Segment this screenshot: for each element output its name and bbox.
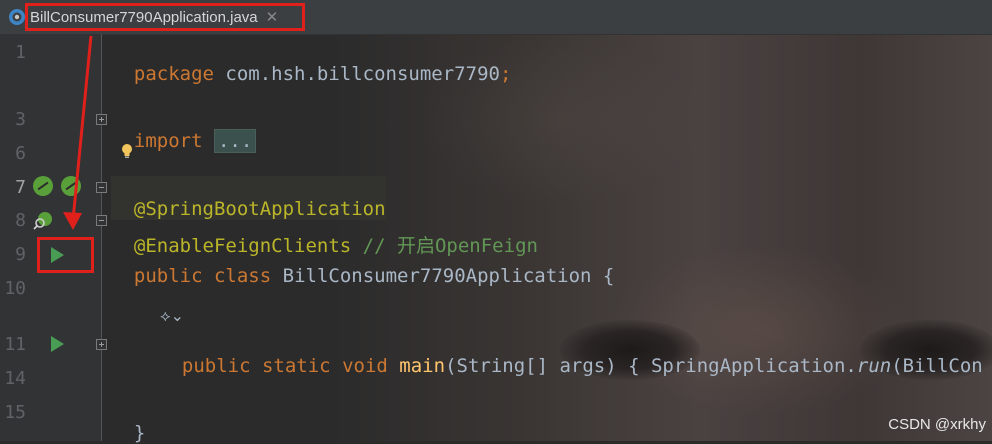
lightbulb-icon[interactable]	[121, 143, 133, 158]
package-name: com.hsh.billconsumer7790	[213, 63, 500, 85]
static-call: run	[856, 355, 892, 377]
keyword: public	[181, 355, 251, 377]
keyword: static	[261, 355, 331, 377]
keyword: void	[342, 355, 388, 377]
call-args: (BillCon	[891, 355, 983, 377]
keyword: class	[213, 265, 272, 287]
code-line-9: public class BillConsumer7790Application…	[111, 243, 614, 287]
inlay-hint-icon[interactable]: ⟡⌄	[160, 306, 184, 326]
keyword: import	[133, 130, 203, 152]
code-line-11: public static void main(String[] args) {…	[159, 333, 983, 377]
class-declaration: BillConsumer7790Application {	[271, 265, 615, 287]
semicolon: ;	[499, 63, 512, 85]
collapsed-imports[interactable]: ...	[213, 129, 257, 153]
method-params: (String[] args) { SpringApplication.	[445, 355, 857, 377]
keyword: package	[133, 63, 214, 85]
watermark: CSDN @xrkhy	[888, 416, 986, 433]
code-line-15: }	[111, 400, 145, 444]
method-name: main	[399, 355, 446, 377]
code-line-1: package com.hsh.billconsumer7790;	[111, 41, 512, 85]
keyword: public	[133, 265, 203, 287]
